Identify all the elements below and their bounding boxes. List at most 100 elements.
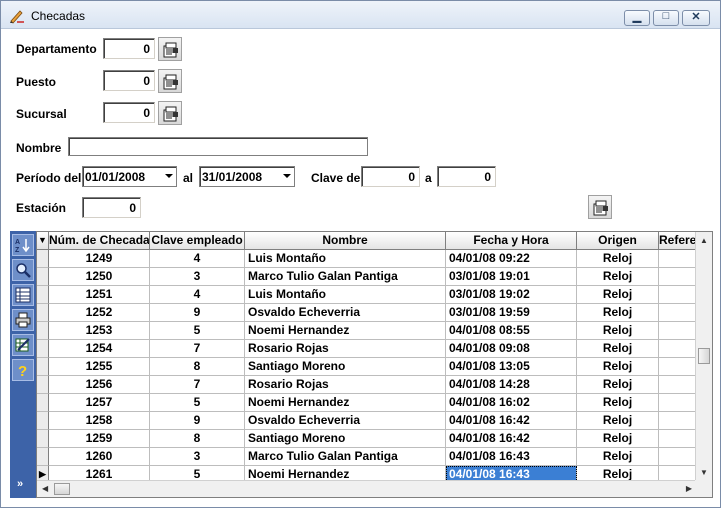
col-header-num[interactable]: Núm. de Checada — [49, 232, 150, 250]
search-button[interactable] — [12, 259, 34, 281]
scroll-left-icon[interactable]: ◀ — [42, 484, 48, 493]
cell-fecha[interactable]: 03/01/08 19:01 — [446, 268, 577, 286]
cell-referencia[interactable] — [659, 340, 697, 358]
cell-nombre[interactable]: Santiago Moreno — [245, 358, 446, 376]
cell-clave[interactable]: 4 — [150, 250, 245, 268]
cell-nombre[interactable]: Noemi Hernandez — [245, 394, 446, 412]
cell-clave[interactable]: 3 — [150, 268, 245, 286]
cell-fecha[interactable]: 04/01/08 13:05 — [446, 358, 577, 376]
cell-referencia[interactable] — [659, 322, 697, 340]
cell-num[interactable]: 1252 — [49, 304, 150, 322]
table-row[interactable]: 1258 9 Osvaldo Echeverria 04/01/08 16:42 Rel… — [37, 412, 697, 430]
puesto-field[interactable]: 0 — [103, 70, 155, 91]
table-row[interactable]: 1252 9 Osvaldo Echeverria 03/01/08 19:59 Rel… — [37, 304, 697, 322]
checadas-grid[interactable]: ▼ Núm. de Checada Clave empleado Nombre … — [36, 231, 713, 498]
print-button[interactable] — [12, 309, 34, 331]
export-button[interactable] — [12, 334, 34, 356]
table-row[interactable]: 1256 7 Rosario Rojas 04/01/08 14:28 Reloj — [37, 376, 697, 394]
row-indicator[interactable] — [37, 448, 49, 466]
table-row[interactable]: 1253 5 Noemi Hernandez 04/01/08 08:55 Reloj — [37, 322, 697, 340]
cell-referencia[interactable] — [659, 394, 697, 412]
cell-clave[interactable]: 3 — [150, 448, 245, 466]
cell-origen[interactable]: Reloj — [577, 250, 659, 268]
scroll-right-icon[interactable]: ▶ — [686, 484, 692, 493]
cell-num[interactable]: 1251 — [49, 286, 150, 304]
row-indicator[interactable] — [37, 286, 49, 304]
cell-referencia[interactable] — [659, 304, 697, 322]
cell-nombre[interactable]: Luis Montaño — [245, 250, 446, 268]
table-row[interactable]: 1251 4 Luis Montaño 03/01/08 19:02 Reloj — [37, 286, 697, 304]
sort-button[interactable]: AZ — [12, 234, 34, 256]
cell-fecha[interactable]: 03/01/08 19:59 — [446, 304, 577, 322]
cell-nombre[interactable]: Santiago Moreno — [245, 430, 446, 448]
cell-num[interactable]: 1259 — [49, 430, 150, 448]
horizontal-scrollbar[interactable]: ◀ ▶ — [37, 480, 697, 497]
sucursal-lookup-button[interactable] — [158, 101, 182, 125]
cell-nombre[interactable]: Rosario Rojas — [245, 376, 446, 394]
table-row[interactable]: 1257 5 Noemi Hernandez 04/01/08 16:02 Reloj — [37, 394, 697, 412]
cell-nombre[interactable]: Luis Montaño — [245, 286, 446, 304]
vertical-scroll-thumb[interactable] — [698, 348, 710, 364]
scroll-down-icon[interactable]: ▼ — [700, 468, 708, 477]
cell-num[interactable]: 1250 — [49, 268, 150, 286]
cell-referencia[interactable] — [659, 286, 697, 304]
cell-num[interactable]: 1257 — [49, 394, 150, 412]
nombre-field[interactable] — [68, 137, 368, 156]
table-row[interactable]: 1259 8 Santiago Moreno 04/01/08 16:42 Reloj — [37, 430, 697, 448]
cell-referencia[interactable] — [659, 412, 697, 430]
grid-view-button[interactable] — [12, 284, 34, 306]
departamento-lookup-button[interactable] — [158, 37, 182, 61]
cell-origen[interactable]: Reloj — [577, 376, 659, 394]
cell-num[interactable]: 1256 — [49, 376, 150, 394]
cell-fecha[interactable]: 04/01/08 16:43 — [446, 448, 577, 466]
cell-fecha[interactable]: 04/01/08 09:08 — [446, 340, 577, 358]
cell-origen[interactable]: Reloj — [577, 322, 659, 340]
row-indicator[interactable] — [37, 250, 49, 268]
minimize-button[interactable]: ▁ — [624, 10, 650, 26]
table-row[interactable]: 1250 3 Marco Tulio Galan Pantiga 03/01/08 1… — [37, 268, 697, 286]
close-button[interactable]: ✕ — [682, 10, 710, 26]
cell-origen[interactable]: Reloj — [577, 358, 659, 376]
table-row[interactable]: 1260 3 Marco Tulio Galan Pantiga 04/01/08 1… — [37, 448, 697, 466]
cell-clave[interactable]: 9 — [150, 304, 245, 322]
cell-referencia[interactable] — [659, 358, 697, 376]
cell-fecha[interactable]: 04/01/08 09:22 — [446, 250, 577, 268]
cell-origen[interactable]: Reloj — [577, 430, 659, 448]
header-menu-icon[interactable]: ▼ — [37, 232, 49, 250]
cell-clave[interactable]: 7 — [150, 376, 245, 394]
maximize-button[interactable]: □ — [653, 10, 679, 26]
periodo-from-date[interactable]: 01/01/2008 — [82, 166, 177, 187]
cell-clave[interactable]: 5 — [150, 322, 245, 340]
cell-clave[interactable]: 5 — [150, 394, 245, 412]
cell-origen[interactable]: Reloj — [577, 448, 659, 466]
help-button[interactable]: ? — [12, 359, 34, 381]
cell-num[interactable]: 1254 — [49, 340, 150, 358]
puesto-lookup-button[interactable] — [158, 69, 182, 93]
cell-origen[interactable]: Reloj — [577, 286, 659, 304]
cell-fecha[interactable]: 04/01/08 16:42 — [446, 412, 577, 430]
cell-referencia[interactable] — [659, 268, 697, 286]
title-bar[interactable]: Checadas ▁ □ ✕ — [1, 1, 720, 29]
clave-from-field[interactable]: 0 — [361, 166, 420, 187]
row-indicator[interactable] — [37, 376, 49, 394]
row-indicator[interactable] — [37, 358, 49, 376]
vertical-scrollbar[interactable]: ▲ ▼ — [695, 232, 712, 481]
more-tools-icon[interactable]: » — [17, 478, 23, 490]
cell-nombre[interactable]: Noemi Hernandez — [245, 322, 446, 340]
row-indicator[interactable] — [37, 304, 49, 322]
col-header-clave[interactable]: Clave empleado — [150, 232, 245, 250]
cell-origen[interactable]: Reloj — [577, 304, 659, 322]
row-indicator[interactable] — [37, 412, 49, 430]
clave-to-field[interactable]: 0 — [437, 166, 496, 187]
chevron-down-icon[interactable] — [165, 174, 173, 178]
periodo-to-date[interactable]: 31/01/2008 — [199, 166, 295, 187]
cell-referencia[interactable] — [659, 250, 697, 268]
cell-fecha[interactable]: 04/01/08 08:55 — [446, 322, 577, 340]
table-row[interactable]: 1249 4 Luis Montaño 04/01/08 09:22 Reloj — [37, 250, 697, 268]
cell-clave[interactable]: 8 — [150, 430, 245, 448]
row-indicator[interactable] — [37, 430, 49, 448]
cell-referencia[interactable] — [659, 376, 697, 394]
cell-clave[interactable]: 4 — [150, 286, 245, 304]
table-row[interactable]: 1255 8 Santiago Moreno 04/01/08 13:05 Reloj — [37, 358, 697, 376]
cell-origen[interactable]: Reloj — [577, 394, 659, 412]
